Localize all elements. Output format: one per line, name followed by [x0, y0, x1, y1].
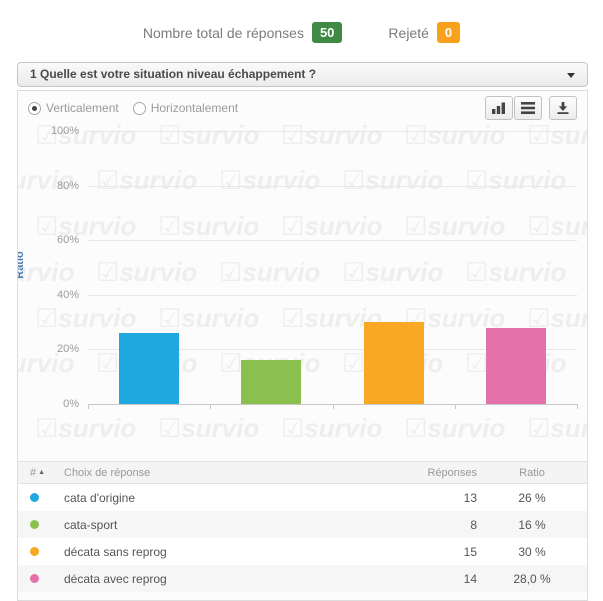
- answer-count: 15: [377, 545, 477, 559]
- answer-ratio: 26 %: [477, 491, 587, 505]
- bar-cata-sport[interactable]: [241, 360, 301, 404]
- answer-ratio: 30 %: [477, 545, 587, 559]
- header-responses[interactable]: Réponses: [377, 467, 477, 479]
- table-view-icon: [520, 101, 536, 115]
- table-row[interactable]: décata avec reprog 14 28,0 %: [18, 565, 587, 592]
- radio-horizontal[interactable]: Horizontalement: [133, 101, 238, 115]
- chart-panel: Verticalement Horizontalement: [17, 90, 588, 601]
- radio-unselected-icon[interactable]: [133, 102, 146, 115]
- series-dot: [30, 493, 39, 502]
- answer-label: cata-sport: [54, 518, 377, 532]
- rejected-badge: 0: [437, 22, 460, 43]
- header-num[interactable]: # ▲: [18, 467, 54, 479]
- header-ratio[interactable]: Ratio: [477, 467, 587, 479]
- axis-tick: [210, 404, 211, 409]
- answers-table: # ▲ Choix de réponse Réponses Ratio cata…: [18, 461, 587, 592]
- radio-selected-icon[interactable]: [28, 102, 41, 115]
- series-dot: [30, 574, 39, 583]
- answer-label: cata d'origine: [54, 491, 377, 505]
- chevron-down-icon: [567, 73, 575, 78]
- question-select[interactable]: 1 Quelle est votre situation niveau écha…: [17, 62, 588, 87]
- download-button[interactable]: [549, 96, 577, 120]
- table-row[interactable]: décata sans reprog 15 30 %: [18, 538, 587, 565]
- y-tick-label: 20%: [19, 343, 79, 355]
- gridline: 60%: [88, 240, 577, 241]
- answer-label: décata avec reprog: [54, 572, 377, 586]
- series-dot: [30, 520, 39, 529]
- rejected-label: Rejeté: [388, 25, 428, 41]
- question-select-label: 1 Quelle est votre situation niveau écha…: [30, 67, 316, 81]
- gridline: 40%: [88, 295, 577, 296]
- plot-area: 100% 80% 60% 40% 20% 0%: [88, 131, 577, 404]
- watermark-text: ☑survio ☑survio ☑survio ☑survio ☑survio: [35, 415, 587, 441]
- y-tick-label: 0%: [19, 398, 79, 410]
- y-axis-title: Ratio: [18, 251, 26, 279]
- answer-label: décata sans reprog: [54, 545, 377, 559]
- answer-count: 13: [377, 491, 477, 505]
- answer-count: 8: [377, 518, 477, 532]
- table-row[interactable]: cata d'origine 13 26 %: [18, 484, 587, 511]
- axis-tick: [88, 404, 89, 409]
- radio-horizontal-label: Horizontalement: [151, 101, 238, 115]
- y-tick-label: 80%: [19, 180, 79, 192]
- bar-chart-icon: [491, 101, 507, 115]
- bar-decata-avec-reprog[interactable]: [486, 328, 546, 404]
- header-choice[interactable]: Choix de réponse: [54, 467, 377, 479]
- axis-tick: [455, 404, 456, 409]
- bar-chart: ☑survio ☑survio ☑survio ☑survio ☑survio …: [18, 119, 587, 461]
- axis-tick: [333, 404, 334, 409]
- sort-asc-icon: ▲: [38, 469, 45, 476]
- gridline: 80%: [88, 186, 577, 187]
- bar-decata-sans-reprog[interactable]: [364, 322, 424, 404]
- radio-vertical-label: Verticalement: [46, 101, 119, 115]
- y-tick-label: 100%: [19, 125, 79, 137]
- answer-ratio: 28,0 %: [477, 572, 587, 586]
- table-header-row: # ▲ Choix de réponse Réponses Ratio: [18, 461, 587, 484]
- answer-ratio: 16 %: [477, 518, 587, 532]
- table-row[interactable]: cata-sport 8 16 %: [18, 511, 587, 538]
- radio-vertical[interactable]: Verticalement: [28, 101, 119, 115]
- total-responses-badge: 50: [312, 22, 342, 43]
- total-responses-label: Nombre total de réponses: [143, 25, 304, 41]
- series-dot: [30, 547, 39, 556]
- answer-count: 14: [377, 572, 477, 586]
- table-view-button[interactable]: [514, 96, 542, 120]
- bar-cata-origine[interactable]: [119, 333, 179, 404]
- y-tick-label: 60%: [19, 234, 79, 246]
- download-icon: [556, 101, 570, 115]
- chart-view-button[interactable]: [485, 96, 513, 120]
- gridline: 100%: [88, 131, 577, 132]
- axis-tick: [577, 404, 578, 409]
- results-summary: Nombre total de réponses 50 Rejeté 0: [0, 22, 603, 43]
- y-tick-label: 40%: [19, 289, 79, 301]
